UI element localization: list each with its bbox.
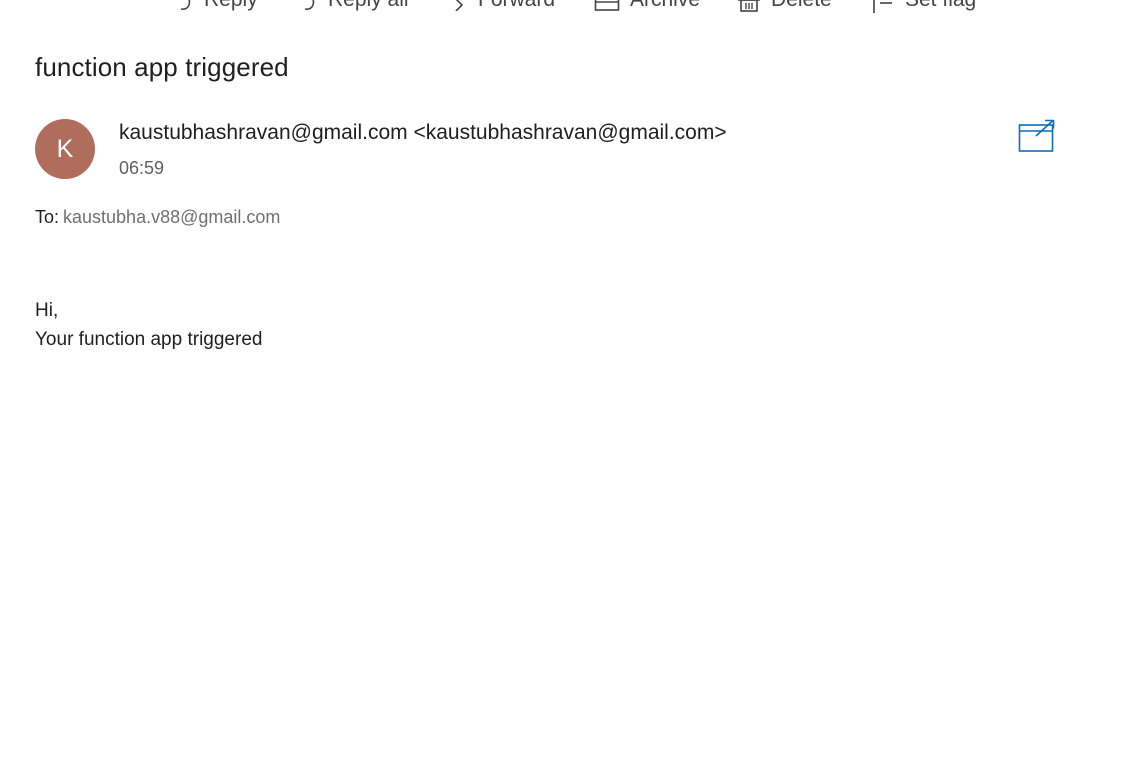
avatar[interactable]: K [35,119,95,179]
sender-name[interactable]: kaustubhashravan@gmail.com <kaustubhashr… [119,121,727,145]
message-subject: function app triggered [35,52,289,82]
to-label: To: [35,207,60,227]
message-toolbar: Reply Reply all Forward Archive [0,0,1132,15]
archive-icon [594,0,620,11]
flag-icon [873,0,892,13]
set-flag-label: Set flag [905,0,976,12]
body-line: Your function app triggered [35,329,263,350]
mail-reading-pane: Reply Reply all Forward Archive [0,0,1132,766]
reply-all-label: Reply all [328,0,409,12]
recipients-row: To: kaustubha.v88@gmail.com [35,207,280,228]
archive-label: Archive [630,0,700,12]
reply-all-button[interactable]: Reply all [302,0,409,15]
forward-label: Forward [478,0,555,12]
message-time: 06:59 [119,158,165,178]
set-flag-button[interactable]: Set flag [871,0,976,15]
delete-icon [738,0,760,12]
reply-icon [180,0,191,10]
archive-button[interactable]: Archive [594,0,700,15]
recipient-address[interactable]: kaustubha.v88@gmail.com [63,207,280,227]
reply-button[interactable]: Reply [178,0,258,15]
avatar-initial: K [56,134,74,163]
open-in-new-window-icon[interactable] [1018,119,1056,153]
forward-icon [455,0,464,11]
forward-button[interactable]: Forward [452,0,555,15]
delete-button[interactable]: Delete [737,0,832,15]
delete-label: Delete [771,0,832,12]
reply-label: Reply [204,0,258,12]
reply-all-icon [304,0,315,10]
body-line: Hi, [35,300,59,321]
message-body: Hi, Your function app triggered [35,296,262,354]
